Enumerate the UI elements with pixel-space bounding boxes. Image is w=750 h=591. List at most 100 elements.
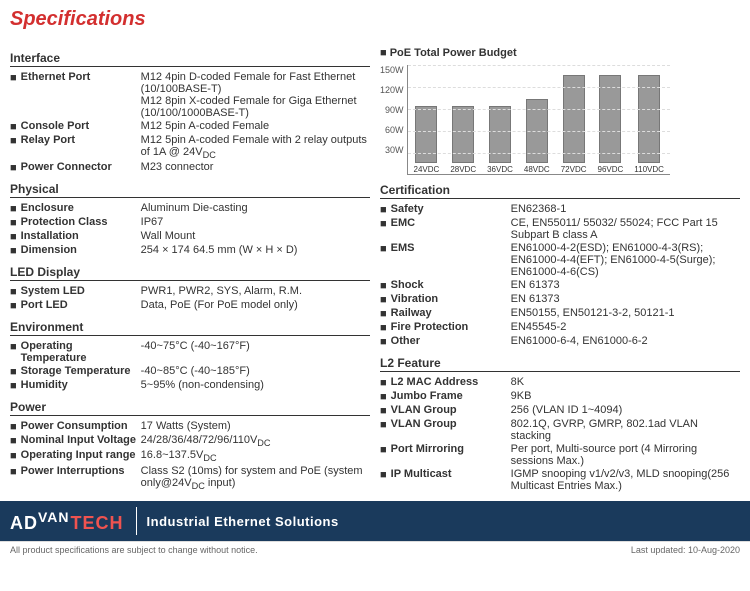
relay-port-value: M12 5pin A-coded Female with 2 relay out… — [141, 134, 370, 160]
bullet-icon: ■ — [380, 308, 387, 320]
bullet-icon: ■ — [10, 162, 17, 174]
bullet-icon: ■ — [10, 435, 17, 447]
list-item: ■ Fire Protection EN45545-2 — [380, 321, 740, 334]
list-item: ■ Port Mirroring Per port, Multi-source … — [380, 443, 740, 467]
fire-prot-value: EN45545-2 — [511, 321, 740, 333]
section-power: Power — [10, 400, 370, 416]
list-item: ■ Nominal Input Voltage 24/28/36/48/72/9… — [10, 434, 370, 448]
bullet-icon: ■ — [380, 377, 387, 389]
console-port-label: Console Port — [21, 120, 141, 132]
vibration-value: EN 61373 — [511, 293, 740, 305]
safety-label: Safety — [391, 203, 511, 215]
logo-tech: TECH — [71, 513, 124, 533]
list-item: ■ VLAN Group 802.1Q, GVRP, GMRP, 802.1ad… — [380, 418, 740, 442]
left-column: Interface ■ Ethernet Port M12 4pin D-cod… — [10, 43, 370, 493]
installation-value: Wall Mount — [141, 230, 370, 242]
port-led-label: Port LED — [21, 299, 141, 311]
power-interr-value: Class S2 (10ms) for system and PoE (syst… — [141, 465, 370, 491]
bullet-icon: ■ — [10, 121, 17, 133]
bullet-icon: ■ — [10, 245, 17, 257]
bar-label: 72VDC — [561, 165, 587, 174]
bar-group: 48VDC — [524, 99, 550, 174]
page-title: Specifications — [0, 0, 750, 35]
bullet-icon: ■ — [10, 203, 17, 215]
bullet-icon: ■ — [380, 444, 387, 456]
chart-title: ■ PoE Total Power Budget — [380, 47, 740, 59]
list-item: ■ Vibration EN 61373 — [380, 293, 740, 306]
poe-chart: ■ PoE Total Power Budget 150W 120W 90W 6… — [380, 47, 740, 175]
op-range-value: 16.8~137.5VDC — [141, 449, 370, 463]
y-label: 60W — [380, 125, 404, 135]
logo-van: VAN — [38, 509, 70, 525]
power-consump-label: Power Consumption — [21, 420, 141, 432]
bullet-icon: ■ — [10, 466, 17, 478]
humidity-value: 5~95% (non-condensing) — [141, 379, 370, 391]
bar — [415, 106, 437, 163]
bar — [526, 99, 548, 163]
footer-updated: Last updated: 10-Aug-2020 — [631, 545, 740, 555]
bar-label: 24VDC — [414, 165, 440, 174]
op-temp-label: Operating Temperature — [21, 340, 141, 364]
section-environment: Environment — [10, 320, 370, 336]
section-l2feature: L2 Feature — [380, 356, 740, 372]
bar — [489, 106, 511, 163]
protection-class-value: IP67 — [141, 216, 370, 228]
list-item: ■ Jumbo Frame 9KB — [380, 390, 740, 403]
bullet-icon: ■ — [10, 366, 17, 378]
list-item: ■ EMS EN61000-4-2(ESD); EN61000-4-3(RS);… — [380, 242, 740, 278]
ip-multicast-value: IGMP snooping v1/v2/v3, MLD snooping(256… — [511, 468, 740, 492]
l2-items: ■ L2 MAC Address 8K ■ Jumbo Frame 9KB ■ … — [380, 376, 740, 492]
bar-group: 36VDC — [487, 106, 513, 174]
list-item: ■ IP Multicast IGMP snooping v1/v2/v3, M… — [380, 468, 740, 492]
mac-addr-value: 8K — [511, 376, 740, 388]
power-consump-value: 17 Watts (System) — [141, 420, 370, 432]
bar-group: 72VDC — [561, 75, 587, 174]
bullet-icon: ■ — [10, 286, 17, 298]
port-mirror-value: Per port, Multi-source port (4 Mirroring… — [511, 443, 740, 467]
emc-value: CE, EN55011/ 55032/ 55024; FCC Part 15 S… — [511, 217, 740, 241]
bar — [563, 75, 585, 163]
list-item: ■ Shock EN 61373 — [380, 279, 740, 292]
safety-value: EN62368-1 — [511, 203, 740, 215]
power-interr-label: Power Interruptions — [21, 465, 141, 477]
footer-logo: ADVANTECH — [10, 509, 124, 534]
y-label: 90W — [380, 105, 404, 115]
railway-value: EN50155, EN50121-3-2, 50121-1 — [511, 307, 740, 319]
bullet-icon: ■ — [10, 217, 17, 229]
list-item: ■ EMC CE, EN55011/ 55032/ 55024; FCC Par… — [380, 217, 740, 241]
bar-label: 110VDC — [634, 165, 664, 174]
protection-class-label: Protection Class — [21, 216, 141, 228]
bullet-icon: ■ — [10, 421, 17, 433]
list-item: ■ Power Connector M23 connector — [10, 161, 370, 174]
bar-group: 28VDC — [450, 106, 476, 174]
power-connector-label: Power Connector — [21, 161, 141, 173]
cert-items: ■ Safety EN62368-1 ■ EMC CE, EN55011/ 55… — [380, 203, 740, 348]
fire-prot-label: Fire Protection — [391, 321, 511, 333]
bullet-icon: ■ — [380, 47, 387, 59]
vlan-group2-value: 802.1Q, GVRP, GMRP, 802.1ad VLAN stackin… — [511, 418, 740, 442]
bullet-icon: ■ — [380, 419, 387, 431]
section-led: LED Display — [10, 265, 370, 281]
bullet-icon: ■ — [10, 450, 17, 462]
relay-port-label: Relay Port — [21, 134, 141, 146]
bar-label: 96VDC — [598, 165, 624, 174]
list-item: ■ Power Interruptions Class S2 (10ms) fo… — [10, 465, 370, 491]
y-label — [380, 165, 404, 175]
stor-temp-value: -40~85°C (-40~185°F) — [141, 365, 370, 377]
port-mirror-label: Port Mirroring — [391, 443, 511, 455]
emc-label: EMC — [391, 217, 511, 229]
jumbo-frame-value: 9KB — [511, 390, 740, 402]
bar-group: 96VDC — [598, 75, 624, 174]
footer: ADVANTECH Industrial Ethernet Solutions — [0, 501, 750, 541]
enclosure-label: Enclosure — [21, 202, 141, 214]
bullet-icon: ■ — [10, 231, 17, 243]
bullet-icon: ■ — [10, 341, 17, 353]
op-temp-value: -40~75°C (-40~167°F) — [141, 340, 370, 352]
bullet-icon: ■ — [380, 280, 387, 292]
y-label: 120W — [380, 85, 404, 95]
bullet-icon: ■ — [380, 294, 387, 306]
humidity-label: Humidity — [21, 379, 141, 391]
list-item: ■ Protection Class IP67 — [10, 216, 370, 229]
bullet-icon: ■ — [380, 322, 387, 334]
list-item: ■ Power Consumption 17 Watts (System) — [10, 420, 370, 433]
